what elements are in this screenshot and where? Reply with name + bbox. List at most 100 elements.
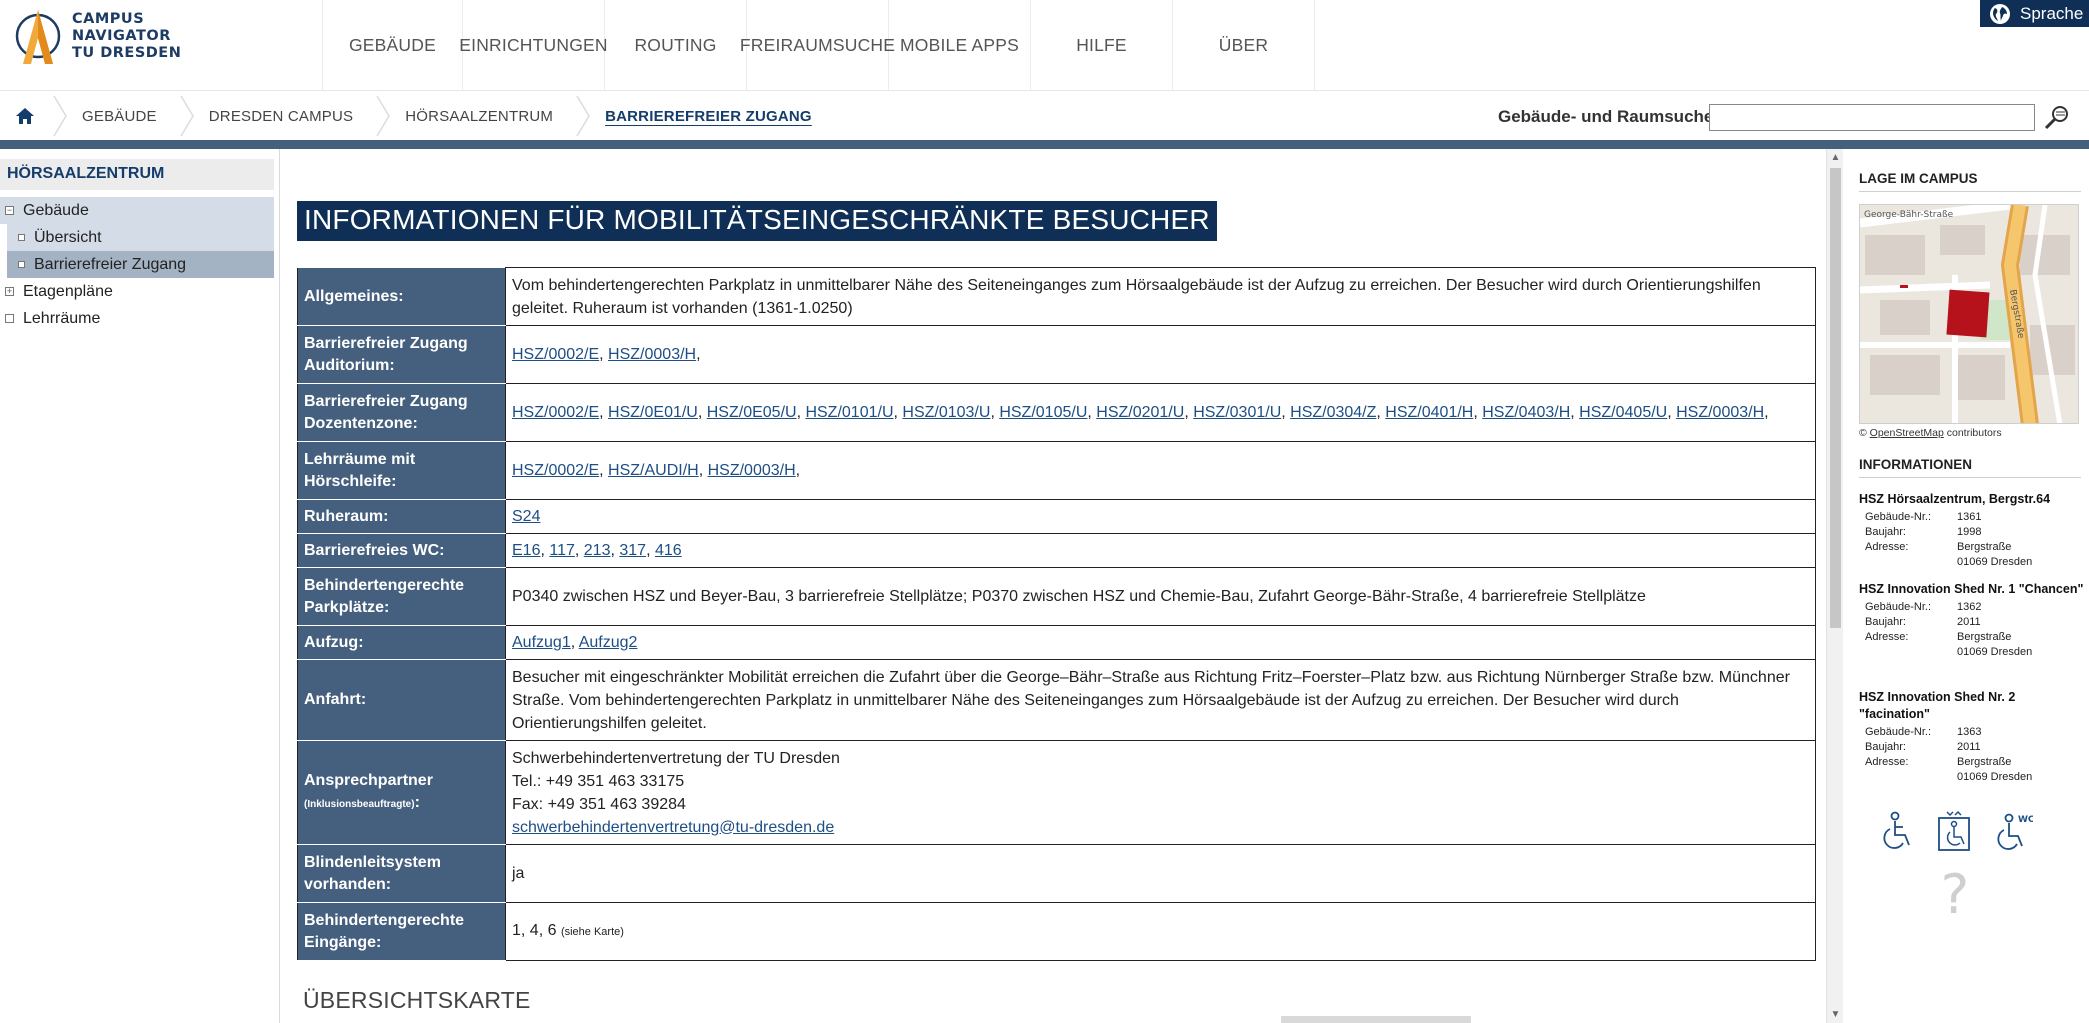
room-link[interactable]: HSZ/0003/H [608, 346, 696, 363]
search-icon[interactable] [2043, 104, 2071, 132]
sidebar-item-etagenplaene[interactable]: + Etagenpläne [0, 278, 274, 305]
campus-minimap[interactable]: George-Bähr-Straße Bergstraße [1859, 204, 2079, 424]
room-link[interactable]: HSZ/0403/H [1482, 404, 1570, 421]
row-key: Barrierefreier Zugang Auditorium: [297, 325, 506, 384]
room-link[interactable]: HSZ/0103/U [902, 404, 990, 421]
table-row: Behindertengerechte Parkplätze: P0340 zw… [297, 567, 1816, 626]
building-title[interactable]: HSZ Innovation Shed Nr. 2 "facination" [1859, 689, 2084, 723]
nav-freiraumsuche[interactable]: FREIRAUMSUCHE [740, 0, 895, 90]
elevator-link-list: Aufzug1, Aufzug2 [512, 634, 638, 651]
breadcrumb-barrierefreier-zugang[interactable]: BARRIEREFREIER ZUGANG [595, 92, 822, 140]
room-link[interactable]: 416 [655, 542, 682, 559]
table-row: Allgemeines: Vom behindertengerechten Pa… [297, 267, 1816, 326]
logo-line-3: TU DRESDEN [72, 45, 182, 61]
building-title[interactable]: HSZ Hörsaalzentrum, Bergstr.64 [1859, 491, 2084, 508]
entrances-note: (siehe Karte) [560, 926, 624, 938]
contact-key-note: (Inklusionsbeauftragte) [304, 798, 415, 810]
room-link[interactable]: HSZ/0003/H [1676, 404, 1764, 421]
contact-key: Ansprechpartner [304, 771, 433, 789]
room-link[interactable]: HSZ/0E05/U [707, 404, 797, 421]
contact-key-colon: : [414, 793, 420, 811]
sidebar-item-uebersicht[interactable]: Übersicht [7, 224, 274, 251]
breadcrumb-hoersaalzentrum[interactable]: HÖRSAALZENTRUM [395, 92, 573, 140]
site-header: CAMPUS NAVIGATOR TU DRESDEN GEBÄUDE EINR… [0, 0, 2089, 91]
building-city: 01069 Dresden [1957, 646, 2033, 658]
help-question-icon[interactable]: ? [1933, 867, 1977, 921]
breadcrumb-dresden-campus[interactable]: DRESDEN CAMPUS [199, 92, 374, 140]
overview-map-heading: ÜBERSICHTSKARTE [303, 987, 531, 1013]
row-key: Lehrräume mit Hörschleife: [297, 441, 506, 500]
breadcrumb-gebaeude[interactable]: GEBÄUDE [72, 92, 177, 140]
room-link[interactable]: Aufzug1 [512, 634, 571, 651]
room-link[interactable]: HSZ/0101/U [805, 404, 893, 421]
campus-navigator-logo[interactable]: CAMPUS NAVIGATOR TU DRESDEN [14, 8, 214, 68]
room-link[interactable]: HSZ/0002/E [512, 346, 599, 363]
information-heading: INFORMATIONEN [1859, 457, 2081, 478]
room-link[interactable]: HSZ/0401/H [1385, 404, 1473, 421]
room-link[interactable]: HSZ/0105/U [999, 404, 1087, 421]
building-details: Gebäude-Nr.: 1362 Baujahr: 2011 Adresse: Be… [1859, 600, 2084, 660]
expand-icon[interactable]: + [5, 287, 14, 296]
sidebar-item-lehrraeume[interactable]: Lehrräume [0, 305, 274, 332]
room-link[interactable]: HSZ/0002/E [512, 462, 599, 479]
building-title[interactable]: HSZ Innovation Shed Nr. 1 "Chancen" [1859, 581, 2084, 598]
osm-copyright: © [1859, 427, 1867, 439]
room-link[interactable]: 117 [549, 542, 575, 559]
wheelchair-icon[interactable] [1875, 809, 1915, 853]
room-link[interactable]: HSZ/0003/H [708, 462, 796, 479]
room-link[interactable]: HSZ/AUDI/H [608, 462, 699, 479]
room-link[interactable]: E16 [512, 542, 540, 559]
row-value: ja [505, 844, 1816, 903]
breadcrumb-separator-icon [576, 95, 590, 137]
building-number: 1363 [1957, 726, 1982, 738]
room-link[interactable]: HSZ/0E01/U [608, 404, 698, 421]
wheelchair-elevator-icon[interactable] [1933, 809, 1973, 853]
building-room-search-input[interactable] [1709, 104, 2035, 131]
room-link[interactable]: HSZ/0405/U [1579, 404, 1667, 421]
breadcrumb-separator-icon [180, 95, 194, 137]
table-row: Barrierefreier Zugang Dozentenzone: HSZ/… [297, 383, 1816, 442]
nav-einrichtungen[interactable]: EINRICHTUNGEN [459, 0, 608, 90]
osm-attribution: © OpenStreetMap contributors [1859, 427, 2002, 439]
entrances-value: 1, 4, 6 [512, 922, 557, 939]
content-scrollbar[interactable]: ▲ ▼ [1826, 149, 1843, 1023]
nav-hilfe[interactable]: HILFE [1031, 0, 1173, 90]
logo-text: CAMPUS NAVIGATOR TU DRESDEN [72, 11, 181, 62]
page-title: INFORMATIONEN FÜR MOBILITÄTSEINGESCHRÄNK… [297, 201, 1217, 241]
minimap-graphic: George-Bähr-Straße Bergstraße [1860, 205, 2078, 423]
language-button[interactable]: Sprache [1980, 0, 2089, 27]
room-link[interactable]: Aufzug2 [579, 634, 638, 651]
room-link[interactable]: HSZ/0002/E [512, 404, 599, 421]
room-link[interactable]: 317 [619, 542, 646, 559]
nav-gebaeude[interactable]: GEBÄUDE [323, 0, 463, 90]
scrollbar-thumb[interactable] [1830, 168, 1841, 628]
sidebar-title: HÖRSAALZENTRUM [0, 159, 274, 190]
scroll-down-icon[interactable]: ▼ [1827, 1006, 1844, 1023]
room-link[interactable]: HSZ/0201/U [1096, 404, 1184, 421]
room-link[interactable]: HSZ/0301/U [1193, 404, 1281, 421]
campus-location-heading: LAGE IM CAMPUS [1859, 171, 2081, 192]
sidebar-item-barrierefreier-zugang[interactable]: Barrierefreier Zugang [7, 251, 274, 278]
row-value: S24 [505, 499, 1816, 534]
osm-link[interactable]: OpenStreetMap [1870, 427, 1944, 439]
logo-compass-icon [15, 10, 61, 64]
left-sidebar: HÖRSAALZENTRUM − Gebäude Übersicht Barri… [0, 149, 280, 1023]
row-key: Allgemeines: [297, 267, 506, 326]
row-value: 1, 4, 6 (siehe Karte) [505, 902, 1816, 961]
sidebar-item-gebaeude[interactable]: − Gebäude [0, 197, 274, 224]
building-city: 01069 Dresden [1957, 771, 2033, 783]
nav-routing[interactable]: ROUTING [605, 0, 747, 90]
row-key: Barrierefreies WC: [297, 533, 506, 568]
home-link[interactable] [0, 92, 50, 140]
contact-email-link[interactable]: schwerbehindertenvertretung@tu-dresden.d… [512, 819, 834, 836]
nav-ueber[interactable]: ÜBER [1173, 0, 1315, 90]
room-link[interactable]: S24 [512, 508, 540, 525]
wheelchair-wc-icon[interactable]: WC [1993, 809, 2033, 853]
field-label: Baujahr: [1865, 616, 1906, 628]
collapse-icon[interactable]: − [5, 206, 14, 215]
nav-mobile-apps[interactable]: MOBILE APPS [889, 0, 1031, 90]
scroll-up-icon[interactable]: ▲ [1827, 149, 1844, 166]
overview-map-toolbar [1281, 1016, 1471, 1023]
room-link[interactable]: HSZ/0304/Z [1290, 404, 1376, 421]
room-link[interactable]: 213 [584, 542, 611, 559]
